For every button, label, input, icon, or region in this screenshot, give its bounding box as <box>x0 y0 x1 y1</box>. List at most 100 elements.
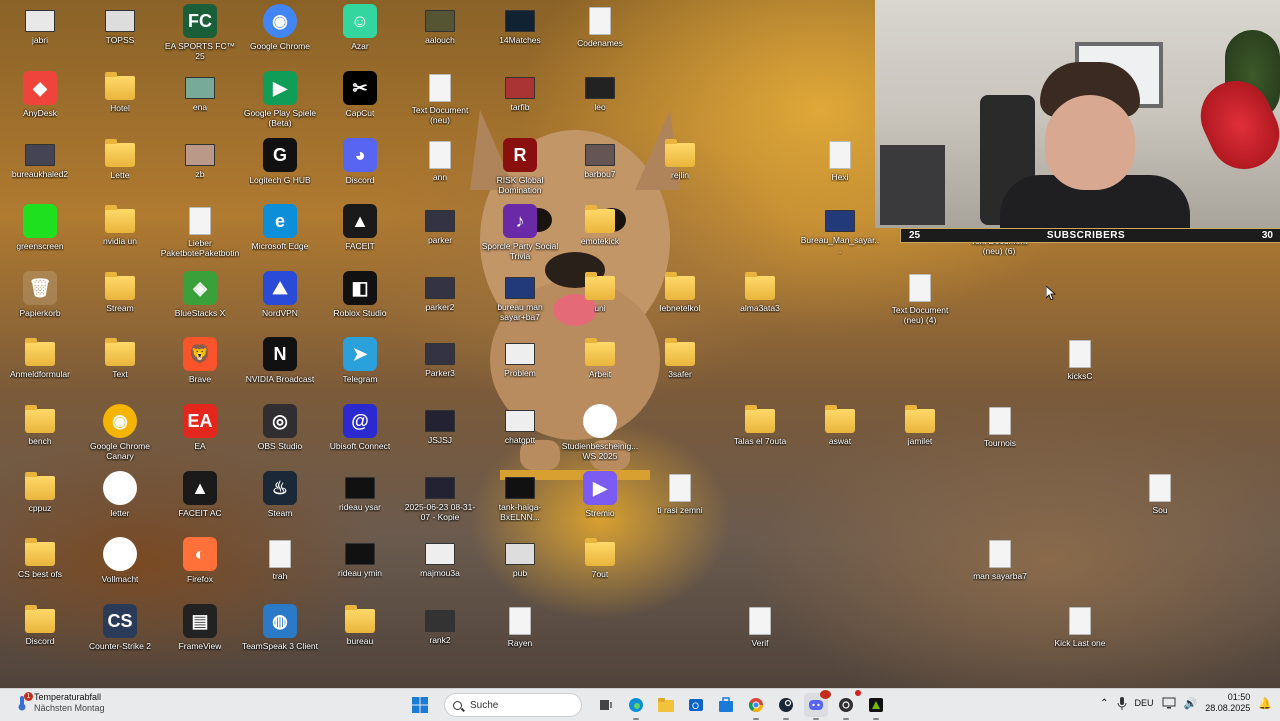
desktop-icon[interactable]: rideau ymin <box>321 537 399 599</box>
desktop-icon[interactable]: ◕ Discord <box>321 138 399 200</box>
desktop-icon[interactable]: Lette <box>81 138 159 200</box>
desktop-icon[interactable]: ♨ Steam <box>241 471 319 533</box>
desktop-icon[interactable]: jamilet <box>881 404 959 466</box>
desktop-icon[interactable]: ☺ Azar <box>321 4 399 66</box>
desktop-icon[interactable]: EA EA <box>161 404 239 466</box>
desktop-icon[interactable]: uni <box>561 271 639 333</box>
desktop-icon[interactable]: Text Document (neu) (4) <box>881 271 959 333</box>
desktop-icon[interactable]: Rayen <box>481 604 559 666</box>
desktop-icon[interactable]: ◉ Studienbescheinig... WS 2025 <box>561 404 639 466</box>
desktop-icon[interactable]: pub <box>481 537 559 599</box>
desktop-icon[interactable]: ti rasi zemni <box>641 471 719 533</box>
desktop-icon[interactable]: ◍ TeamSpeak 3 Client <box>241 604 319 666</box>
microphone-icon[interactable] <box>1117 696 1127 710</box>
taskbar-chrome[interactable] <box>744 693 768 720</box>
desktop-icon[interactable]: trah <box>241 537 319 599</box>
weather-widget[interactable]: 1 Temperaturabfall Nächsten Montag <box>14 692 105 714</box>
desktop-icon[interactable]: ◉ Google Chrome Canary <box>81 404 159 466</box>
desktop-icon[interactable]: ann <box>401 138 479 200</box>
desktop-icon[interactable]: ◆ AnyDesk <box>1 71 79 133</box>
desktop-icon[interactable]: R RISK Global Domination <box>481 138 559 200</box>
desktop-icon[interactable]: rejlin <box>641 138 719 200</box>
desktop-icon[interactable]: Problem <box>481 337 559 399</box>
desktop-icon[interactable]: barbou7 <box>561 138 639 200</box>
desktop-icon[interactable]: man sayarba7 <box>961 537 1039 599</box>
desktop-icon[interactable]: majmou3a <box>401 537 479 599</box>
desktop-icon[interactable]: Hotel <box>81 71 159 133</box>
taskbar-edge[interactable] <box>624 693 648 720</box>
desktop-icon[interactable]: Text Document (neu) <box>401 71 479 133</box>
desktop-icon[interactable]: Parker3 <box>401 337 479 399</box>
desktop-icon[interactable]: ◧ Roblox Studio <box>321 271 399 333</box>
taskbar-nvidia-broadcast[interactable] <box>864 693 888 720</box>
desktop-icon[interactable]: rank2 <box>401 604 479 666</box>
taskbar-outlook[interactable]: O <box>684 693 708 717</box>
desktop-icon[interactable]: parker <box>401 204 479 266</box>
desktop-icon[interactable]: @ Ubisoft Connect <box>321 404 399 466</box>
desktop-icon[interactable]: TOPSS <box>81 4 159 66</box>
chevron-up-icon[interactable]: ⌃ <box>1100 698 1108 709</box>
desktop-icon[interactable]: bureau man sayar+ba7 <box>481 271 559 333</box>
desktop-icon[interactable]: 14Matches <box>481 4 559 66</box>
desktop-icon[interactable]: ▶ Stremio <box>561 471 639 533</box>
desktop-icon[interactable]: bureaukhaled2 <box>1 138 79 200</box>
desktop-icon[interactable]: G Logitech G HUB <box>241 138 319 200</box>
desktop-icon[interactable]: Verif <box>721 604 799 666</box>
desktop-icon[interactable]: ▲ FACEIT AC <box>161 471 239 533</box>
desktop-icon[interactable]: CS Counter-Strike 2 <box>81 604 159 666</box>
taskbar-store[interactable] <box>714 693 738 717</box>
desktop-icon[interactable]: Codenames <box>561 4 639 66</box>
language-indicator[interactable]: DEU <box>1135 698 1154 708</box>
desktop-icon[interactable]: zb <box>161 138 239 200</box>
desktop-icon[interactable]: Lieber PaketbotePaketbotin, <box>161 204 239 266</box>
desktop-icon[interactable]: ✂ CapCut <box>321 71 399 133</box>
desktop-icon[interactable]: Arbeit <box>561 337 639 399</box>
taskbar-search[interactable]: Suche <box>444 693 582 717</box>
desktop-icon[interactable]: CS best ofs <box>1 537 79 599</box>
desktop-icon[interactable]: parker2 <box>401 271 479 333</box>
desktop-icon[interactable]: Bureau_Man_sayar... <box>801 204 879 266</box>
desktop-icon[interactable]: ◉ Google Chrome <box>241 4 319 66</box>
desktop-icon[interactable]: Discord <box>1 604 79 666</box>
desktop-icon[interactable]: ⛰ NordVPN <box>241 271 319 333</box>
desktop-icon[interactable]: greenscreen <box>1 204 79 266</box>
desktop-icon[interactable]: Tournois <box>961 404 1039 466</box>
notification-bell-icon[interactable]: 🔔 <box>1258 697 1272 710</box>
desktop-icon[interactable]: JSJSJ <box>401 404 479 466</box>
desktop-icon[interactable]: bench <box>1 404 79 466</box>
clock[interactable]: 01:50 28.08.2025 <box>1205 692 1250 714</box>
desktop-icon[interactable]: N NVIDIA Broadcast <box>241 337 319 399</box>
desktop-icon[interactable]: alma3ata3 <box>721 271 799 333</box>
taskbar-explorer[interactable] <box>654 693 678 717</box>
desktop-icon[interactable]: 2025-06-23 08-31-07 - Kopie <box>401 471 479 533</box>
desktop-icon[interactable]: ▶ Google Play Spiele (Beta) <box>241 71 319 133</box>
desktop-icon[interactable]: 3safer <box>641 337 719 399</box>
desktop-icon[interactable]: aalouch <box>401 4 479 66</box>
desktop-icon[interactable]: ena <box>161 71 239 133</box>
desktop-icon[interactable]: emotekick <box>561 204 639 266</box>
desktop-icon[interactable]: ▲ FACEIT <box>321 204 399 266</box>
desktop[interactable]: jabri TOPSS FC EA SPORTS FC™ 25 ◉ Google Chro… <box>0 0 1280 688</box>
desktop-icon[interactable]: Talas el 7outa <box>721 404 799 466</box>
start-button[interactable] <box>408 693 432 717</box>
desktop-icon[interactable]: 7out <box>561 537 639 599</box>
desktop-icon[interactable]: ◉ letter <box>81 471 159 533</box>
desktop-icon[interactable]: kicksC <box>1041 337 1119 399</box>
desktop-icon[interactable]: Sou <box>1121 471 1199 533</box>
desktop-icon[interactable]: e Microsoft Edge <box>241 204 319 266</box>
desktop-icon[interactable]: lebnetelkol <box>641 271 719 333</box>
volume-icon[interactable]: 🔊 <box>1184 697 1198 710</box>
desktop-icon[interactable]: rideau ysar <box>321 471 399 533</box>
desktop-icon[interactable]: cppuz <box>1 471 79 533</box>
desktop-icon[interactable]: 🗑 Papierkorb <box>1 271 79 333</box>
desktop-icon[interactable]: tank-haiga-BxELNN... <box>481 471 559 533</box>
desktop-icon[interactable]: ◉ Vollmacht <box>81 537 159 599</box>
desktop-icon[interactable]: nvidia un <box>81 204 159 266</box>
desktop-icon[interactable]: ◎ OBS Studio <box>241 404 319 466</box>
desktop-icon[interactable]: Text <box>81 337 159 399</box>
desktop-icon[interactable]: 🦁 Brave <box>161 337 239 399</box>
desktop-icon[interactable]: Hexi <box>801 138 879 200</box>
taskbar-discord[interactable] <box>804 690 831 720</box>
desktop-icon[interactable]: ◐ Firefox <box>161 537 239 599</box>
desktop-icon[interactable]: bureau <box>321 604 399 666</box>
